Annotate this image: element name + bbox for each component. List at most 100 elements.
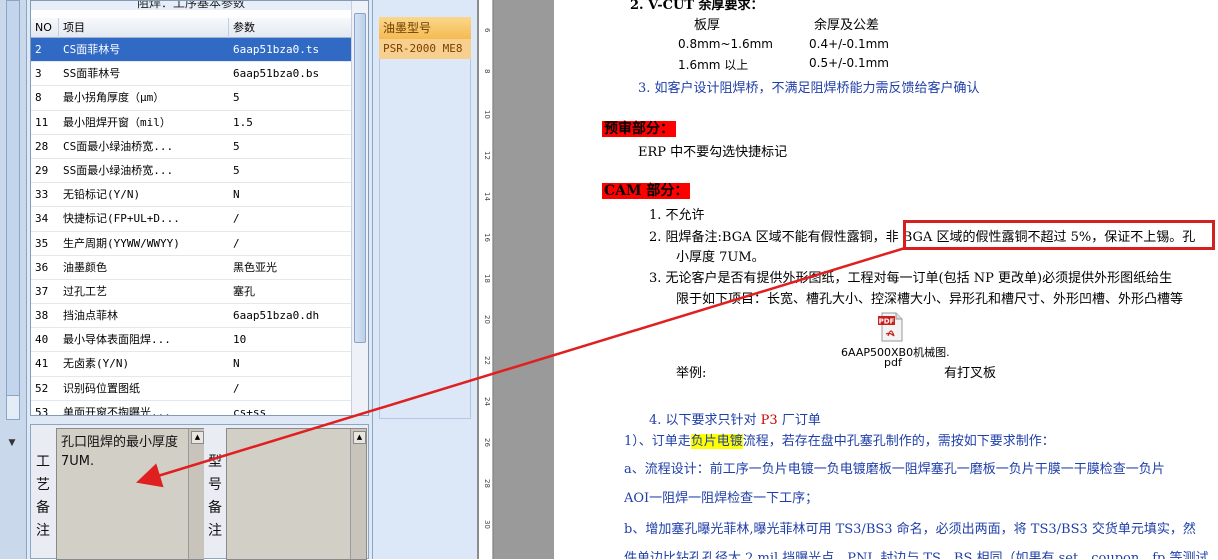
row2-thickness: 1.6mm 以上 — [678, 58, 749, 72]
cam-heading: CAM 部分： — [602, 183, 691, 199]
ruler-number: 14 — [483, 192, 491, 201]
table-row[interactable]: 11 最小阻焊开窗（mil） 1.5 — [31, 111, 353, 135]
cell-no: 40 — [35, 333, 49, 347]
cam-item3: 3. 无论客户是否有提供外形图纸，工程对每一订单(包括 NP 更改单)必须提供外… — [649, 271, 1173, 286]
ink-model-list[interactable] — [379, 59, 471, 419]
cell-no: 41 — [35, 357, 49, 371]
table-scrollbar[interactable] — [351, 1, 368, 415]
ruler-number: 20 — [483, 315, 491, 324]
table-row[interactable]: 52 识别码位置图纸 / — [31, 377, 353, 401]
row2-tolerance: 0.5+/-0.1mm — [809, 56, 889, 70]
left-strip: ▼ — [0, 0, 27, 559]
example-right: 有打叉板 — [944, 366, 997, 381]
table-row[interactable]: 29 SS面最小绿油桥宽... 5 — [31, 159, 353, 184]
table-scrollbar-thumb[interactable] — [354, 13, 366, 343]
column-header-no[interactable]: NO — [31, 18, 59, 38]
cell-no: 36 — [35, 260, 49, 274]
ruler-number: 30 — [483, 520, 491, 529]
order1: 1）、订单走负片电镀流程，若存在盘中孔塞孔制作的，需按如下要求制作： — [624, 434, 1055, 449]
scroll-up-icon[interactable]: ▲ — [191, 431, 204, 444]
table-row[interactable]: 3 SS面菲林号 6aap51bza0.bs — [31, 62, 353, 87]
cell-param: 1.5 — [233, 115, 253, 129]
table-row[interactable]: 33 无铅标记(Y/N) N — [31, 183, 353, 208]
table-row[interactable]: 2 CS面菲林号 6aap51bza0.ts — [31, 38, 353, 63]
table-row[interactable]: 38 挡油点菲林 6aap51bza0.dh — [31, 304, 353, 329]
cell-no: 35 — [35, 236, 49, 250]
ruler-number: 6 — [483, 28, 491, 33]
model-notes-textarea[interactable]: ▲ — [226, 428, 367, 560]
ruler-number: 22 — [483, 356, 491, 365]
parameter-window: ▼ 阻焊：工序基本参数 NO 项目 参数 2 CS面菲林号 6aap51bza0.t… — [0, 0, 372, 560]
cell-item: 最小阻焊开窗（mil） — [63, 115, 171, 129]
cell-item: 最小导体表面阻焊... — [63, 333, 171, 347]
col-tolerance: 余厚及公差 — [814, 18, 880, 33]
highlight-callout-box — [903, 220, 1215, 250]
table-row[interactable]: 41 无卤素(Y/N) N — [31, 352, 353, 377]
pre-review-heading: 预审部分： — [602, 121, 676, 137]
row1-thickness: 0.8mm~1.6mm — [678, 37, 773, 51]
process-notes-textarea[interactable]: 孔口阻焊的最小厚度7UM. ▲ — [56, 428, 204, 560]
cell-item: 无卤素(Y/N) — [63, 357, 130, 371]
cell-param: 黑色亚光 — [233, 260, 277, 274]
cell-item: 识别码位置图纸 — [63, 381, 140, 395]
cell-no: 8 — [35, 91, 42, 105]
cell-no: 28 — [35, 139, 49, 153]
pdf-file-icon[interactable]: PDF — [878, 312, 904, 342]
ink-model-value[interactable]: PSR-2000 ME8 — [379, 39, 471, 59]
cell-no: 11 — [35, 115, 49, 129]
ruler-number: 24 — [483, 397, 491, 406]
cell-item: 无铅标记(Y/N) — [63, 188, 141, 202]
ruler-number: 12 — [483, 151, 491, 160]
left-scrollbar[interactable] — [6, 0, 20, 420]
table-row[interactable]: 37 过孔工艺 塞孔 — [31, 280, 353, 305]
ruler-number: 8 — [483, 69, 491, 74]
cell-item: 快捷标记(FP+UL+D... — [63, 212, 180, 226]
notes-panel: 工艺备注 孔口阻焊的最小厚度7UM. ▲ 型号备注 ▲ — [30, 424, 369, 560]
table-row[interactable]: 53 单面开窗不掏曝光... cs+ss — [31, 401, 353, 416]
cell-param: / — [233, 236, 240, 250]
cell-param: cs+ss — [233, 405, 267, 416]
cell-param: 6aap51bza0.ts — [233, 43, 320, 56]
table-row[interactable]: 8 最小拐角厚度（μm） 5 — [31, 86, 353, 111]
column-header-item[interactable]: 项目 — [59, 18, 229, 38]
cell-param: 塞孔 — [233, 284, 255, 298]
vertical-ruler: 6 8 10 12 14 16 18 20 22 24 26 28 30 — [479, 0, 493, 559]
cell-param: 5 — [233, 91, 240, 105]
cell-param: N — [233, 188, 240, 202]
cell-param: 6aap51bza0.dh — [233, 309, 320, 323]
model-notes-label: 型号备注 — [208, 454, 222, 539]
pdf-caption-ext: pdf — [884, 356, 902, 369]
cell-item: 过孔工艺 — [63, 284, 107, 298]
cell-no: 29 — [35, 163, 49, 177]
chevron-down-icon[interactable]: ▼ — [4, 438, 20, 452]
cam-item2b: 小厚度 7UM。 — [676, 250, 765, 265]
table-row[interactable]: 36 油墨颜色 黑色亚光 — [31, 256, 353, 280]
left-scrollbar-thumb[interactable] — [7, 1, 19, 396]
ink-model-header[interactable]: 油墨型号 — [379, 17, 471, 39]
table-row[interactable]: 40 最小导体表面阻焊... 10 — [31, 328, 353, 353]
cell-param: / — [233, 212, 240, 226]
table-header: NO 项目 参数 — [31, 18, 353, 38]
cell-no: 2 — [35, 38, 59, 61]
cell-no: 37 — [35, 284, 49, 298]
column-header-param[interactable]: 参数 — [229, 18, 353, 38]
cell-item: 单面开窗不掏曝光... — [63, 405, 171, 416]
erp-line: ERP 中不要勾选快捷标记 — [638, 145, 788, 160]
flow-a: a、流程设计：前工序一负片电镀一负电镀磨板一阻焊塞孔一磨板一负片干膜一干膜检查一… — [624, 462, 1165, 477]
table-row[interactable]: 28 CS面最小绿油桥宽... 5 — [31, 135, 353, 159]
cell-no: 53 — [35, 405, 49, 416]
cell-item: 油墨颜色 — [63, 260, 107, 274]
cell-param: 5 — [233, 139, 240, 153]
cell-item: SS面菲林号 — [63, 67, 121, 81]
table-row[interactable]: 34 快捷标记(FP+UL+D... / — [31, 207, 353, 232]
cell-no: 33 — [35, 188, 49, 202]
process-notes-label: 工艺备注 — [36, 454, 50, 539]
vcut-heading: 2. V-CUT 余厚要求： — [630, 0, 764, 13]
flow-c: 件单边比钻孔孔径大 2 mil 挡曝光点，PNL 封边与 TS、BS 相同（如果… — [624, 551, 1209, 559]
table-row[interactable]: 35 生产周期(YYWW/WWYY) / — [31, 232, 353, 256]
scroll-up-icon[interactable]: ▲ — [353, 431, 366, 444]
ruler-number: 26 — [483, 438, 491, 447]
ruler-number: 16 — [483, 233, 491, 242]
model-notes-scrollbar[interactable]: ▲ — [350, 429, 366, 559]
process-notes-scrollbar[interactable]: ▲ — [188, 429, 204, 559]
